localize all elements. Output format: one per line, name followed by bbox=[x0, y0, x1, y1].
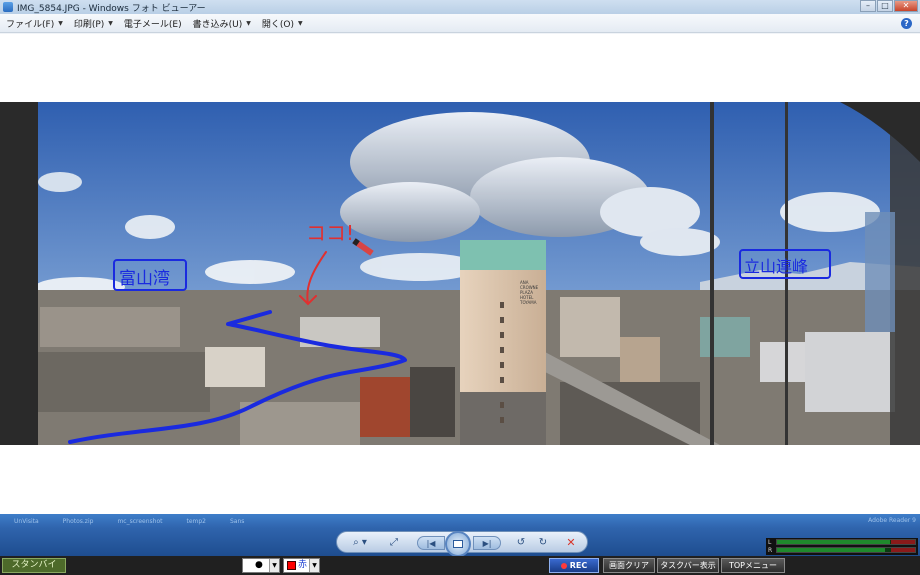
menu-email[interactable]: 電子メール(E) bbox=[118, 14, 187, 33]
background-taskbar: UnVisita Photos.zip mc_screenshot temp2 … bbox=[0, 514, 920, 528]
window-controls: – □ ✕ bbox=[859, 0, 918, 12]
menu-file-label: ファイル(F) bbox=[6, 19, 55, 30]
help-icon[interactable]: ? bbox=[901, 18, 912, 29]
ghost-task-0: UnVisita bbox=[14, 517, 39, 525]
pen-size-select[interactable]: ● ▼ bbox=[242, 558, 280, 573]
menu-email-label: 電子メール(E) bbox=[123, 19, 182, 30]
slideshow-button[interactable] bbox=[445, 531, 471, 557]
image-viewer-area: ANA CROWNE PLAZA HOTEL TOYAMA 富山湾 立山連峰 コ… bbox=[0, 34, 920, 514]
meter-label-r: R bbox=[768, 547, 773, 554]
title-bar: IMG_5854.JPG - Windows フォト ビューアー – □ ✕ bbox=[0, 0, 920, 14]
chevron-down-icon: ▼ bbox=[297, 19, 303, 27]
pen-size-value: ● bbox=[255, 560, 263, 570]
menu-burn[interactable]: 書き込み(U) ▼ bbox=[187, 14, 256, 33]
meter-peak-right bbox=[891, 548, 915, 552]
control-pill: ⌕ ▾ ⤢ |◀ ▶| ↺ ↻ ✕ bbox=[336, 531, 588, 557]
chevron-down-icon: ▼ bbox=[246, 19, 251, 27]
delete-button[interactable]: ✕ bbox=[563, 536, 579, 550]
menu-file[interactable]: ファイル(F) ▼ bbox=[0, 14, 68, 33]
annotation-toyama-bay: 富山湾 bbox=[119, 269, 170, 289]
close-button[interactable]: ✕ bbox=[894, 0, 918, 12]
slideshow-icon bbox=[453, 540, 463, 548]
meter-fill-left bbox=[777, 540, 891, 544]
photo-viewer-icon bbox=[3, 2, 13, 12]
color-swatch bbox=[287, 561, 296, 570]
next-button[interactable]: ▶| bbox=[473, 536, 501, 550]
hotel-tower bbox=[460, 240, 546, 445]
rotate-right-button[interactable]: ↻ bbox=[535, 536, 551, 550]
pen-color-label: 赤 bbox=[298, 560, 308, 570]
chevron-down-icon: ▼ bbox=[269, 559, 279, 572]
menu-print-label: 印刷(P) bbox=[73, 19, 105, 30]
menu-burn-label: 書き込み(U) bbox=[192, 19, 243, 30]
chevron-down-icon: ▼ bbox=[108, 19, 113, 27]
chevron-down-icon: ▼ bbox=[309, 559, 319, 572]
clear-screen-button[interactable]: 画面クリア bbox=[603, 558, 655, 573]
rec-label: REC bbox=[569, 561, 588, 570]
meter-bar-left bbox=[776, 539, 916, 545]
previous-button[interactable]: |◀ bbox=[417, 536, 445, 550]
annotation-tateyama: 立山連峰 bbox=[744, 257, 808, 276]
panorama-photo: ANA CROWNE PLAZA HOTEL TOYAMA 富山湾 立山連峰 コ… bbox=[0, 102, 920, 445]
window-title: IMG_5854.JPG - Windows フォト ビューアー bbox=[17, 3, 206, 14]
meter-bar-right bbox=[776, 547, 916, 553]
capture-status-bar: スタンバイ ● ▼ 赤 ▼ REC 画面クリア タスクバー表示 TOPメニュー bbox=[0, 556, 920, 575]
rotate-left-button[interactable]: ↺ bbox=[513, 536, 529, 550]
meter-fill-right bbox=[777, 548, 885, 552]
top-menu-button[interactable]: TOPメニュー bbox=[721, 558, 785, 573]
meter-peak-left bbox=[891, 540, 915, 544]
standby-indicator: スタンバイ bbox=[2, 558, 66, 573]
ghost-task-3: temp2 bbox=[186, 517, 206, 525]
rec-button[interactable]: REC bbox=[549, 558, 599, 573]
annotation-here: ココ! bbox=[306, 221, 354, 245]
menu-print[interactable]: 印刷(P) ▼ bbox=[68, 14, 118, 33]
fit-window-button[interactable]: ⤢ bbox=[385, 536, 403, 550]
audio-level-meter: L R bbox=[766, 538, 918, 555]
record-dot-icon bbox=[560, 562, 567, 569]
ghost-task-1: Photos.zip bbox=[62, 517, 94, 525]
hotel-sign-4: TOYAMA bbox=[519, 300, 537, 305]
menu-open[interactable]: 開く(O) ▼ bbox=[256, 14, 308, 33]
pen-color-select[interactable]: 赤 ▼ bbox=[283, 558, 320, 573]
maximize-button[interactable]: □ bbox=[877, 0, 893, 12]
menu-bar: ファイル(F) ▼ 印刷(P) ▼ 電子メール(E) 書き込み(U) ▼ 開く(O) ▼… bbox=[0, 14, 920, 33]
ghost-task-2: mc_screenshot bbox=[117, 517, 163, 525]
show-taskbar-button[interactable]: タスクバー表示 bbox=[657, 558, 719, 573]
menu-open-label: 開く(O) bbox=[261, 19, 294, 30]
minimize-button[interactable]: – bbox=[860, 0, 876, 12]
chevron-down-icon: ▼ bbox=[58, 19, 63, 27]
ghost-task-4: Sans bbox=[230, 517, 245, 525]
meter-label-l: L bbox=[768, 539, 772, 546]
ghost-task-right: Adobe Reader 9 bbox=[868, 517, 916, 524]
zoom-button[interactable]: ⌕ ▾ bbox=[349, 536, 371, 550]
